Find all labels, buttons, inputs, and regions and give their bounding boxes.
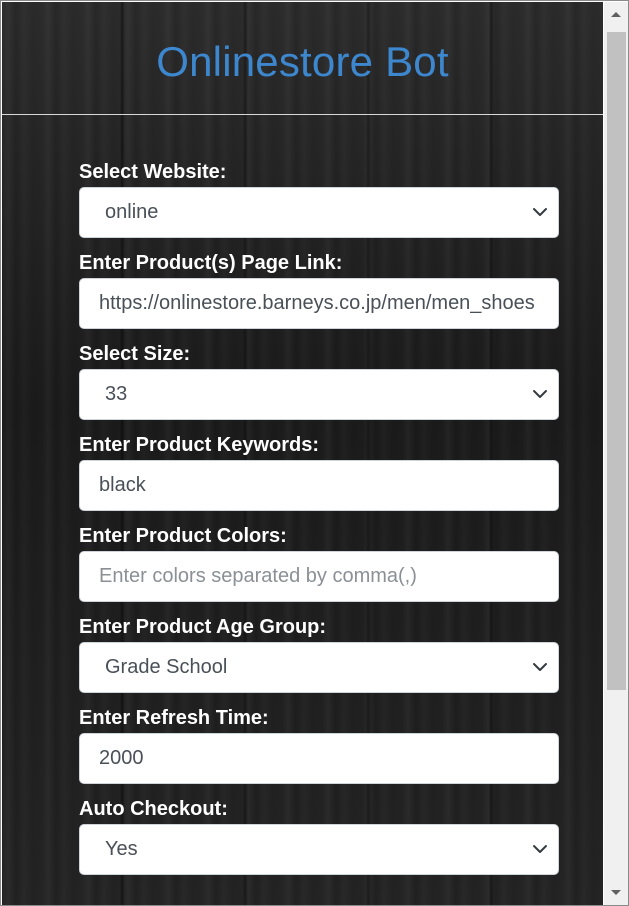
header: Onlinestore Bot — [2, 2, 603, 115]
website-label: Select Website: — [79, 161, 227, 183]
size-select[interactable]: 33 — [79, 369, 559, 420]
keywords-input-value: black — [99, 474, 146, 496]
keywords-input[interactable]: black — [79, 460, 559, 511]
page-viewport: Onlinestore Bot Select Website: online E… — [2, 2, 603, 905]
age-group-field: Enter Product Age Group: Grade School — [79, 613, 559, 693]
product-link-input[interactable]: https://onlinestore.barneys.co.jp/men/me… — [79, 278, 559, 329]
chevron-down-icon — [533, 390, 547, 398]
scroll-up-arrow-icon[interactable] — [604, 4, 628, 26]
chevron-down-icon — [533, 663, 547, 671]
vertical-scrollbar[interactable] — [604, 2, 628, 905]
auto-checkout-select[interactable]: Yes — [79, 824, 559, 875]
colors-input-placeholder: Enter colors separated by comma(,) — [99, 565, 417, 587]
size-select-value: 33 — [105, 383, 128, 405]
size-label: Select Size: — [79, 343, 191, 365]
age-group-select-value: Grade School — [105, 656, 228, 678]
auto-checkout-label: Auto Checkout: — [79, 798, 228, 820]
colors-label: Enter Product Colors: — [79, 525, 287, 547]
website-field: Select Website: online — [79, 158, 559, 238]
popup-window: Onlinestore Bot Select Website: online E… — [0, 0, 629, 906]
colors-input[interactable]: Enter colors separated by comma(,) — [79, 551, 559, 602]
website-select-value: online — [105, 201, 159, 223]
scrollbar-thumb[interactable] — [607, 32, 626, 690]
product-link-field: Enter Product(s) Page Link: https://onli… — [79, 249, 559, 329]
chevron-down-icon — [533, 845, 547, 853]
chevron-down-icon — [533, 208, 547, 216]
page-title: Onlinestore Bot — [156, 38, 449, 85]
size-field: Select Size: 33 — [79, 340, 559, 420]
website-select[interactable]: online — [79, 187, 559, 238]
age-group-select[interactable]: Grade School — [79, 642, 559, 693]
bot-settings-form: Select Website: online Enter Product(s) … — [79, 158, 559, 886]
keywords-label: Enter Product Keywords: — [79, 434, 320, 456]
refresh-time-label: Enter Refresh Time: — [79, 707, 269, 729]
refresh-time-field: Enter Refresh Time: 2000 — [79, 704, 559, 784]
auto-checkout-field: Auto Checkout: Yes — [79, 795, 559, 875]
auto-checkout-select-value: Yes — [105, 838, 138, 860]
age-group-label: Enter Product Age Group: — [79, 616, 327, 638]
product-link-label: Enter Product(s) Page Link: — [79, 252, 343, 274]
refresh-time-input[interactable]: 2000 — [79, 733, 559, 784]
colors-field: Enter Product Colors: Enter colors separ… — [79, 522, 559, 602]
refresh-time-input-value: 2000 — [99, 747, 144, 769]
scroll-down-arrow-icon[interactable] — [604, 881, 628, 903]
keywords-field: Enter Product Keywords: black — [79, 431, 559, 511]
product-link-input-value: https://onlinestore.barneys.co.jp/men/me… — [99, 292, 535, 314]
